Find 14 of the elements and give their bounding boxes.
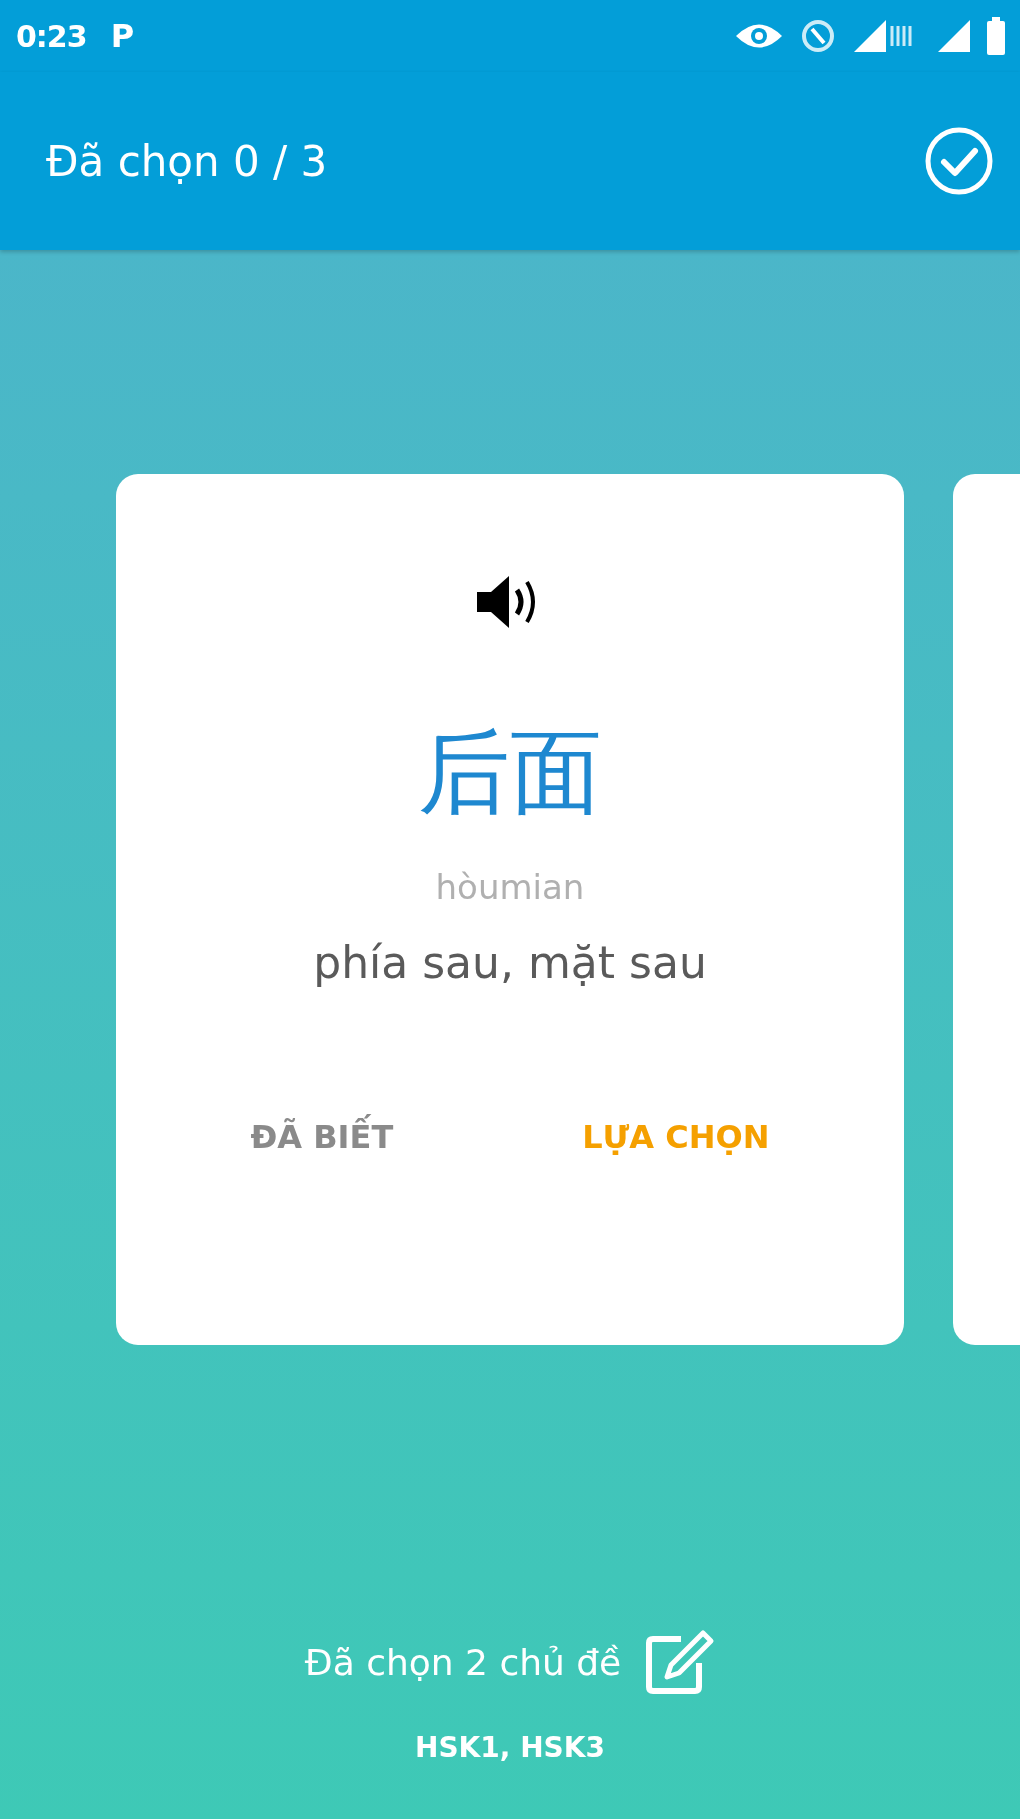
status-time: 0:23 bbox=[16, 18, 87, 54]
meaning: phía sau, mặt sau bbox=[313, 937, 707, 989]
pinyin: hòumian bbox=[435, 867, 585, 908]
check-circle-icon[interactable] bbox=[924, 126, 994, 196]
select-button[interactable]: LỰA CHỌN bbox=[562, 1108, 790, 1167]
topic-list: HSK1, HSK3 bbox=[415, 1731, 605, 1764]
signal-icon bbox=[936, 18, 972, 54]
edit-icon[interactable] bbox=[645, 1629, 716, 1695]
topic-summary: Đã chọn 2 chủ đề bbox=[304, 1641, 622, 1683]
header-title: Đã chọn 0 / 3 bbox=[46, 136, 329, 186]
notification-icon: P bbox=[110, 17, 135, 55]
known-button[interactable]: ĐÃ BIẾT bbox=[230, 1108, 414, 1167]
battery-icon bbox=[986, 17, 1006, 55]
chinese-word: 后面 bbox=[418, 722, 602, 824]
